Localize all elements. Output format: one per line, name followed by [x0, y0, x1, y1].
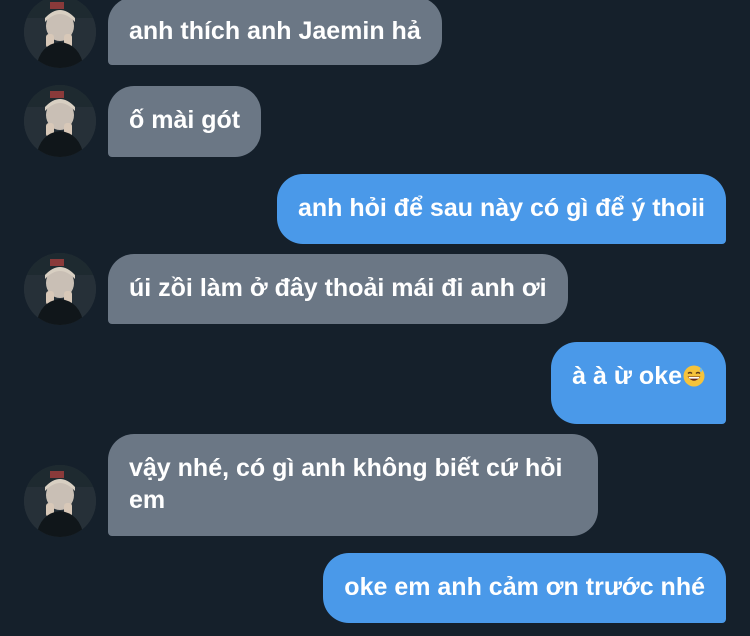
outgoing-message-bubble[interactable]: à à ừ oke: [551, 342, 726, 424]
contact-avatar[interactable]: [24, 253, 96, 325]
message-text: à à ừ oke: [572, 362, 682, 390]
incoming-message-bubble[interactable]: anh thích anh Jaemin hả: [108, 0, 442, 65]
contact-avatar[interactable]: [24, 465, 96, 537]
incoming-message-bubble[interactable]: úi zồi làm ở đây thoải mái đi anh ơi: [108, 254, 568, 324]
grinning-sweat-emoji-icon: [683, 363, 705, 395]
contact-avatar[interactable]: [24, 0, 96, 68]
incoming-message-bubble[interactable]: vậy nhé, có gì anh không biết cứ hỏi em: [108, 434, 598, 536]
outgoing-message-bubble[interactable]: oke em anh cảm ơn trước nhé: [323, 553, 726, 623]
outgoing-message-bubble[interactable]: anh hỏi để sau này có gì để ý thoii: [276, 174, 726, 244]
contact-avatar[interactable]: [24, 85, 96, 157]
incoming-message-bubble[interactable]: ố mài gót: [108, 86, 262, 157]
